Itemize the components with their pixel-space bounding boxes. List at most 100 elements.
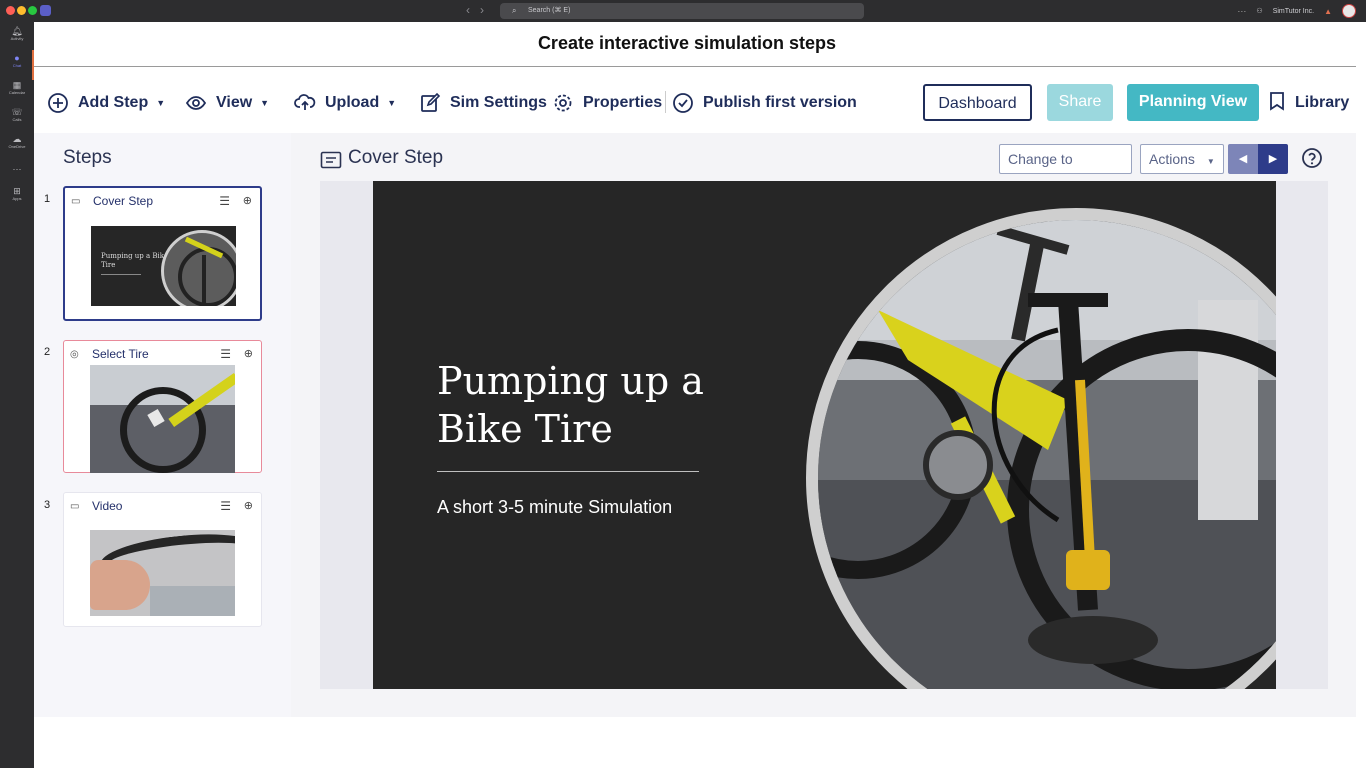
- rail-item-more[interactable]: ···: [0, 164, 34, 174]
- step-thumbnail: Pumping up a Bike Tire: [91, 226, 236, 306]
- actions-label: Actions: [1149, 151, 1195, 167]
- slide-stage: Pumping up a Bike Tire A short 3-5 minut…: [320, 181, 1328, 689]
- slide-icon: ▭: [71, 195, 81, 207]
- more-options-icon[interactable]: ···: [1237, 6, 1246, 16]
- add-step-button[interactable]: Add Step ▼: [47, 91, 165, 115]
- share-button[interactable]: Share: [1047, 84, 1113, 121]
- minimize-window-button[interactable]: [17, 6, 26, 15]
- chat-icon: ●: [14, 53, 20, 63]
- step-label: Video: [92, 499, 123, 513]
- cloud-icon: ☁: [12, 134, 22, 144]
- canvas-area: Cover Step Change to Planni... Actions ▼…: [291, 133, 1356, 717]
- dashboard-button[interactable]: Dashboard: [923, 84, 1032, 121]
- change-to-planning-button[interactable]: Change to Planni...: [999, 144, 1132, 195]
- rail-label: Chat: [12, 63, 22, 68]
- drag-handle-icon[interactable]: ☰: [220, 347, 231, 361]
- global-search-input[interactable]: ⌕ Search (⌘ E): [500, 3, 864, 19]
- sim-settings-button[interactable]: Sim Settings: [419, 91, 547, 115]
- rail-item-onedrive[interactable]: ☁ OneDrive: [0, 134, 34, 150]
- rail-label: OneDrive: [8, 144, 26, 149]
- eye-icon: [185, 92, 207, 114]
- rail-item-calls[interactable]: ☏ Calls: [0, 107, 34, 123]
- step-title: Cover Step: [348, 147, 444, 168]
- titlebar-right: ··· ⚇ SimTutor Inc. ▲: [1237, 0, 1356, 22]
- zoom-window-button[interactable]: [28, 6, 37, 15]
- bookmark-icon: [1268, 91, 1286, 116]
- crosshair-icon[interactable]: ⊕: [244, 499, 253, 512]
- previous-step-button[interactable]: ◀: [1228, 144, 1258, 174]
- crosshair-icon[interactable]: ⊕: [243, 194, 252, 207]
- steps-heading: Steps: [63, 147, 112, 168]
- drag-handle-icon[interactable]: ☰: [219, 194, 230, 208]
- step-thumbnail: [90, 365, 235, 473]
- view-button[interactable]: View ▼: [185, 91, 269, 115]
- slide-subtitle: A short 3-5 minute Simulation: [437, 497, 673, 517]
- slide-divider: [437, 471, 699, 472]
- crosshair-icon[interactable]: ⊕: [244, 347, 253, 360]
- rail-label: Calendar: [8, 90, 26, 95]
- window-titlebar: ‹› ⌕ Search (⌘ E) ··· ⚇ SimTutor Inc. ▲: [0, 0, 1366, 22]
- avatar[interactable]: [1342, 4, 1356, 18]
- publish-label: Publish first version: [703, 94, 857, 111]
- thumb-photo-circle: [161, 230, 236, 306]
- view-label: View: [216, 94, 253, 111]
- step-number: 3: [44, 499, 51, 511]
- step-label: Cover Step: [93, 194, 154, 208]
- upload-button[interactable]: Upload ▼: [294, 91, 396, 115]
- add-step-label: Add Step: [78, 94, 149, 111]
- org-name[interactable]: SimTutor Inc.: [1273, 8, 1314, 15]
- chevron-down-icon: ▼: [387, 98, 397, 108]
- plus-circle-icon: [47, 92, 69, 114]
- app-rail: 🔔︎ Activity ● Chat ▦ Calendar ☏ Calls ☁ …: [0, 22, 34, 768]
- alert-icon[interactable]: ▲: [1324, 7, 1332, 16]
- steps-panel: Steps 1 ▭ Cover Step ☰ ⊕ Pumping up a Bi…: [34, 133, 291, 717]
- actions-dropdown[interactable]: Actions ▼: [1140, 144, 1224, 174]
- publish-button[interactable]: Publish first version: [672, 91, 857, 115]
- history-nav-arrows[interactable]: ‹›: [466, 3, 494, 17]
- calendar-icon: ▦: [12, 80, 22, 90]
- planning-view-button[interactable]: Planning View: [1127, 84, 1259, 121]
- edit-icon: [419, 92, 441, 114]
- gear-icon: [552, 92, 574, 114]
- page-title: Create interactive simulation steps: [537, 33, 837, 53]
- step-card-video[interactable]: ▭ Video ☰ ⊕: [63, 492, 262, 627]
- chevron-down-icon: ▼: [1206, 157, 1215, 166]
- rail-item-calendar[interactable]: ▦ Calendar: [0, 80, 34, 96]
- rail-label: Activity: [10, 36, 24, 41]
- step-number: 1: [44, 193, 51, 205]
- step-card-select-tire[interactable]: ◎ Select Tire ☰ ⊕: [63, 340, 262, 473]
- step-card-cover[interactable]: ▭ Cover Step ☰ ⊕ Pumping up a Bike Tire: [63, 186, 262, 321]
- sim-settings-label: Sim Settings: [450, 94, 547, 111]
- check-circle-icon: [672, 92, 694, 114]
- search-icon: ⌕: [512, 6, 517, 15]
- library-label: Library: [1295, 94, 1350, 111]
- rail-item-activity[interactable]: 🔔︎ Activity: [0, 26, 34, 42]
- close-window-button[interactable]: [6, 6, 15, 15]
- phone-icon: ☏: [11, 107, 23, 117]
- toolbar-divider: [665, 91, 666, 113]
- step-card-header: ▭ Cover Step ☰ ⊕: [71, 194, 254, 208]
- bell-icon: 🔔︎: [11, 26, 23, 36]
- target-icon: ◎: [70, 348, 79, 360]
- search-placeholder: Search (⌘ E): [528, 7, 571, 14]
- cover-slide[interactable]: Pumping up a Bike Tire A short 3-5 minut…: [373, 181, 1276, 689]
- slide-icon: [320, 151, 342, 174]
- upload-label: Upload: [325, 94, 380, 111]
- next-step-button[interactable]: ▶: [1258, 144, 1288, 174]
- video-icon: ▭: [70, 500, 80, 512]
- simtutor-app: Create interactive simulation steps Add …: [34, 22, 1366, 768]
- thumb-rule: [101, 274, 141, 275]
- rail-label: Calls: [12, 117, 22, 122]
- help-icon[interactable]: [1301, 147, 1323, 174]
- step-card-header: ◎ Select Tire ☰ ⊕: [70, 347, 255, 361]
- step-card-header: ▭ Video ☰ ⊕: [70, 499, 255, 513]
- library-button[interactable]: Library: [1268, 91, 1349, 115]
- bike-pump-photo: [806, 208, 1276, 689]
- rail-item-apps[interactable]: ⊞ Apps: [0, 186, 34, 202]
- drag-handle-icon[interactable]: ☰: [220, 499, 231, 513]
- rail-item-chat[interactable]: ● Chat: [0, 53, 34, 69]
- more-icon: ···: [12, 164, 22, 174]
- properties-button[interactable]: Properties: [552, 91, 662, 115]
- people-icon[interactable]: ⚇: [1256, 7, 1262, 15]
- cloud-upload-icon: [294, 92, 316, 114]
